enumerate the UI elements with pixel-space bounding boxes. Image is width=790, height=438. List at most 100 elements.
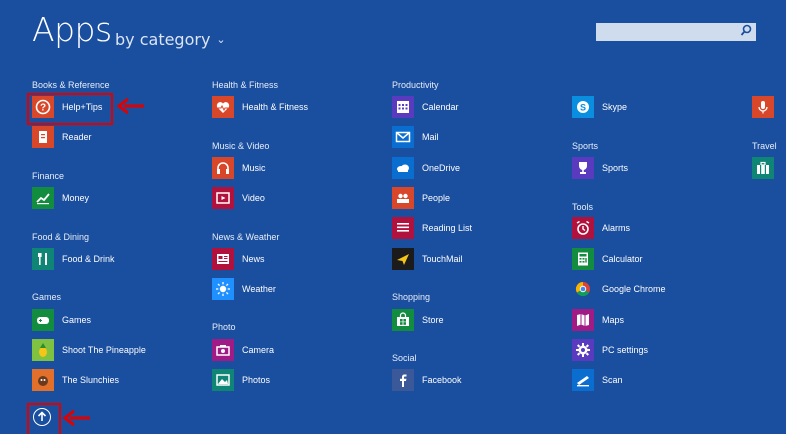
app-tile-mail[interactable]: Mail: [392, 126, 439, 148]
app-label: Skype: [602, 102, 628, 112]
search-box[interactable]: [596, 23, 756, 41]
app-tile-alarms[interactable]: Alarms: [572, 217, 630, 239]
app-tile-people[interactable]: People: [392, 187, 450, 209]
red-arrow-icon: [116, 98, 144, 114]
facebook-icon: [392, 369, 414, 391]
up-arrow-button[interactable]: [33, 408, 51, 426]
app-label: The Slunchies: [62, 375, 120, 385]
app-label: Food & Drink: [62, 254, 115, 264]
up-arrow-icon: [37, 411, 47, 421]
app-tile-pc-settings[interactable]: PC settings: [572, 339, 648, 361]
app-label: TouchMail: [422, 254, 463, 264]
search-icon[interactable]: [740, 24, 752, 38]
pineapple-icon: [32, 339, 54, 361]
app-label: Calculator: [602, 254, 643, 264]
chevron-down-icon: ⌄: [216, 33, 226, 46]
reader-icon: [32, 126, 54, 148]
headphones-icon: [212, 157, 234, 179]
red-arrow-icon: [62, 410, 90, 426]
app-label: Photos: [242, 375, 271, 385]
app-tile-reader[interactable]: Reader: [32, 126, 92, 148]
app-tile-shoot-the-pineapple[interactable]: Shoot The Pineapple: [32, 339, 146, 361]
app-tile-skype[interactable]: S Skype: [572, 96, 627, 118]
app-label: Health & Fitness: [242, 102, 309, 112]
category-header: Finance: [32, 171, 65, 181]
app-tile-onedrive[interactable]: OneDrive: [392, 157, 460, 179]
app-label: Reader: [62, 132, 92, 142]
calendar-icon: [392, 96, 414, 118]
app-label: Money: [62, 193, 90, 203]
app-tile-reading-list[interactable]: Reading List: [392, 217, 472, 239]
touchmail-icon: [392, 248, 414, 270]
app-label: Facebook: [422, 375, 462, 385]
search-input[interactable]: [596, 23, 744, 41]
app-tile-facebook[interactable]: Facebook: [392, 369, 462, 391]
app-tile-microphone[interactable]: [752, 96, 774, 118]
category-header: Sports: [572, 141, 599, 151]
category-header: Social: [392, 353, 417, 363]
app-label: Camera: [242, 345, 275, 355]
start-screen-apps-view: Apps by category ⌄ Books & Reference? Help…: [0, 0, 790, 438]
category-header: Productivity: [392, 80, 439, 90]
app-tile-google-chrome[interactable]: Google Chrome: [572, 278, 666, 300]
gear-icon: [572, 339, 594, 361]
app-label: OneDrive: [422, 163, 461, 173]
travel-icon: [752, 157, 774, 179]
calculator-icon: [572, 248, 594, 270]
app-label: PC settings: [602, 345, 649, 355]
svg-text:S: S: [580, 103, 586, 113]
app-tile-scan[interactable]: Scan: [572, 369, 623, 391]
app-label: Calendar: [422, 102, 459, 112]
app-tile-food-drink[interactable]: Food & Drink: [32, 248, 115, 270]
app-label: Scan: [602, 375, 623, 385]
camera-icon: [212, 339, 234, 361]
app-tile-games[interactable]: Games: [32, 309, 91, 331]
category-header: Tools: [572, 202, 594, 212]
sun-icon: [212, 278, 234, 300]
photos-icon: [212, 369, 234, 391]
app-label: Store: [422, 315, 444, 325]
app-label: Reading List: [422, 223, 473, 233]
page-title: Apps: [32, 10, 112, 49]
app-tile-money[interactable]: Money: [32, 187, 89, 209]
app-label: Mail: [422, 132, 439, 142]
app-tile-maps[interactable]: Maps: [572, 309, 624, 331]
heart-icon: [212, 96, 234, 118]
app-tile-the-slunchies[interactable]: The Slunchies: [32, 369, 119, 391]
money-icon: [32, 187, 54, 209]
category-header: Music & Video: [212, 141, 270, 151]
app-tile-calendar[interactable]: Calendar: [392, 96, 459, 118]
app-tile-touchmail[interactable]: TouchMail: [392, 248, 463, 270]
app-tile-weather[interactable]: Weather: [212, 278, 276, 300]
trophy-icon: [572, 157, 594, 179]
app-tile-health-fitness[interactable]: Health & Fitness: [212, 96, 308, 118]
app-tile-music[interactable]: Music: [212, 157, 266, 179]
people-icon: [392, 187, 414, 209]
category-header: Photo: [212, 322, 236, 332]
app-label: Games: [62, 315, 92, 325]
app-tile-store[interactable]: Store: [392, 309, 444, 331]
reading-list-icon: [392, 217, 414, 239]
app-tile-calculator[interactable]: Calculator: [572, 248, 643, 270]
category-header: Games: [32, 292, 62, 302]
category-header: Health & Fitness: [212, 80, 279, 90]
sort-dropdown[interactable]: by category ⌄: [115, 30, 226, 49]
app-tile-sports[interactable]: Sports: [572, 157, 628, 179]
alarm-icon: [572, 217, 594, 239]
app-tile-camera[interactable]: Camera: [212, 339, 274, 361]
chrome-icon: [572, 278, 594, 300]
app-tile-photos[interactable]: Photos: [212, 369, 270, 391]
app-label: Shoot The Pineapple: [62, 345, 146, 355]
app-label: Music: [242, 163, 266, 173]
category-header: Travel: [752, 141, 777, 151]
video-icon: [212, 187, 234, 209]
store-icon: [392, 309, 414, 331]
app-label: People: [422, 193, 451, 203]
app-tile-travel[interactable]: [752, 157, 774, 179]
app-tile-video[interactable]: Video: [212, 187, 265, 209]
app-label: Maps: [602, 315, 625, 325]
app-tile-news[interactable]: News: [212, 248, 265, 270]
slunchies-icon: [32, 369, 54, 391]
app-label: Video: [242, 193, 265, 203]
app-label: Weather: [242, 284, 276, 294]
